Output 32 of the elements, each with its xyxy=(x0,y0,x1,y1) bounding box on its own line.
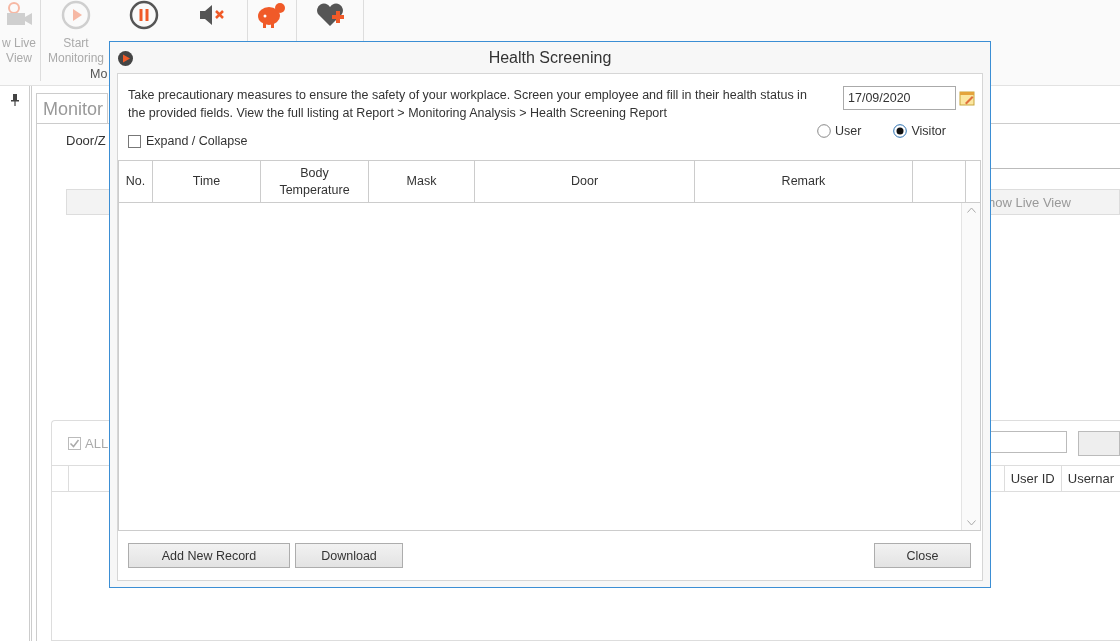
radio-button[interactable]: User xyxy=(817,124,862,138)
date-field[interactable]: 17/09/2020 xyxy=(843,86,956,110)
action-button[interactable]: Add New Record xyxy=(128,543,290,568)
radio-button[interactable]: Visitor xyxy=(893,124,946,138)
radio-icon xyxy=(893,124,908,138)
expand-collapse-checkbox[interactable]: Expand / Collapse xyxy=(128,133,254,160)
dialog-title: Health Screening xyxy=(488,48,612,67)
checkbox-icon xyxy=(128,134,141,148)
radio-icon xyxy=(817,124,832,138)
description-text: Take precautionary measures to ensure the safety of your workplace. Screen your employee and fill in their health status in the provided fields. View the full listing at Report > Monitoring Analysis > Health Screening Report xyxy=(128,87,808,122)
scrollbar[interactable] xyxy=(961,203,980,530)
column-header: Time xyxy=(153,161,261,202)
door-label: Door/Z xyxy=(65,132,106,150)
column-header: Door xyxy=(475,161,695,202)
checkbox-icon xyxy=(68,436,81,450)
column-header: Mask xyxy=(369,161,475,202)
scroll-down-icon[interactable] xyxy=(966,520,976,526)
column-header: Usernar xyxy=(1060,466,1120,491)
column-header: Body Temperature xyxy=(261,161,369,202)
ribbon-group-label: Mo xyxy=(90,67,108,81)
play-icon xyxy=(61,0,91,30)
app-logo-icon xyxy=(118,51,133,66)
scroll-up-icon[interactable] xyxy=(966,207,976,213)
pause-icon xyxy=(129,0,159,30)
column-header: Remark xyxy=(695,161,913,202)
search-button[interactable] xyxy=(1078,430,1120,456)
column-header: No. xyxy=(119,161,153,202)
calendar-icon[interactable] xyxy=(959,90,975,106)
pin-icon[interactable] xyxy=(9,94,20,106)
close-button[interactable]: Close xyxy=(874,543,971,568)
column-header: User ID xyxy=(1003,466,1061,491)
action-button[interactable]: Download xyxy=(295,543,403,568)
